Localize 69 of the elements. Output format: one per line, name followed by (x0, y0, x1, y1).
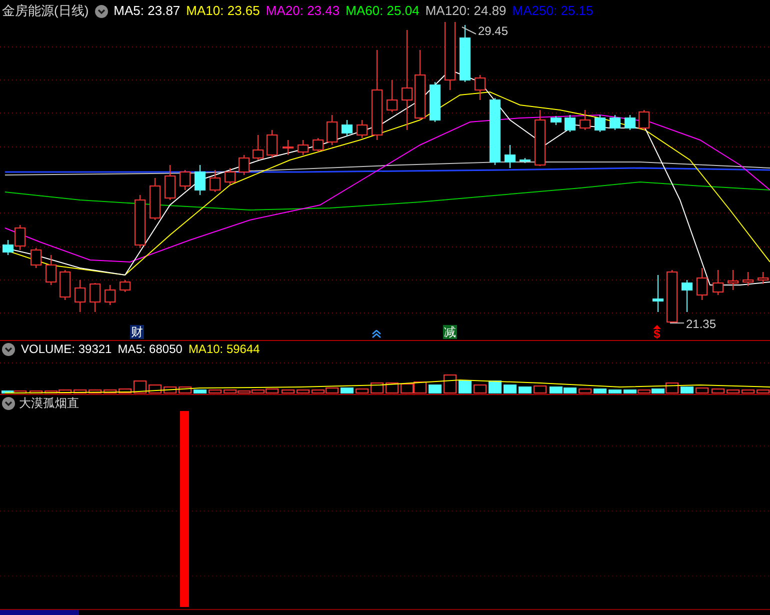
candlestick (534, 110, 546, 166)
candlestick (194, 164, 206, 196)
candlestick (252, 134, 264, 160)
candlestick (666, 270, 678, 322)
volume-label: VOLUME: 39321 (21, 341, 112, 358)
moving-average-label: MA250: 25.15 (512, 2, 594, 20)
candlestick (386, 80, 398, 112)
candlestick (712, 270, 724, 296)
signal-badge: 财 (130, 325, 144, 339)
candlestick (682, 280, 692, 312)
candlestick (238, 154, 250, 176)
leader-line (670, 322, 684, 324)
low-price-label: 21.35 (686, 316, 716, 333)
collapse-chevron-icon[interactable] (2, 342, 15, 356)
candlestick (638, 110, 650, 130)
candlestick (312, 138, 324, 152)
candlestick (696, 268, 708, 300)
moving-average-label: MA60: 25.04 (346, 2, 420, 20)
candlestick (342, 120, 352, 136)
candlestick (474, 74, 486, 100)
collapse-chevron-icon[interactable] (2, 396, 15, 410)
candlestick (594, 114, 606, 132)
moving-average-label: MA20: 23.43 (266, 2, 340, 20)
candlestick (60, 270, 70, 300)
candlestick (460, 24, 470, 82)
candlestick (210, 170, 220, 192)
candlestick (504, 144, 516, 168)
candlestick (46, 254, 56, 286)
candlestick (610, 114, 620, 130)
chart-title: 金房能源(日线) (2, 2, 89, 20)
candlestick (180, 170, 190, 190)
candlestick (490, 98, 500, 166)
candlestick (580, 110, 590, 130)
up-arrow-icon (653, 325, 661, 329)
candlestick (444, 22, 456, 90)
collapse-chevron-icon[interactable] (94, 4, 108, 18)
moving-average-label: MA5: 23.87 (114, 2, 180, 20)
candlestick (282, 140, 294, 156)
moving-average-label: MA10: 23.65 (186, 2, 260, 20)
candlestick (356, 120, 368, 138)
candlestick (150, 178, 160, 220)
candlestick (266, 130, 278, 158)
signal-badge: 减 (443, 325, 457, 339)
candlestick (224, 168, 236, 186)
candlestick (30, 248, 42, 268)
candlestick (728, 270, 738, 290)
double-up-arrow-icon (372, 330, 381, 338)
candlestick (104, 284, 116, 306)
dollar-sign: $ (654, 329, 660, 340)
candlestick (134, 194, 146, 248)
candlestick (550, 116, 562, 126)
volume-label: MA5: 68050 (118, 341, 182, 358)
candlestick (430, 82, 440, 122)
high-price-label: 29.45 (478, 23, 508, 40)
candlestick (164, 164, 176, 200)
candlestick (120, 280, 130, 292)
candlestick (74, 280, 86, 312)
candlestick (414, 50, 426, 120)
leader-line (462, 26, 476, 34)
candlestick (652, 274, 664, 312)
candlestick (90, 282, 100, 312)
candlestick (564, 114, 576, 132)
indicator-title: 大漠孤烟直 (19, 395, 79, 412)
candlestick (742, 272, 754, 286)
candlestick (298, 140, 308, 156)
moving-average-label: MA120: 24.89 (425, 2, 506, 20)
candlestick (326, 114, 338, 146)
candlestick (624, 114, 636, 130)
volume-label: MA10: 59644 (188, 341, 260, 358)
